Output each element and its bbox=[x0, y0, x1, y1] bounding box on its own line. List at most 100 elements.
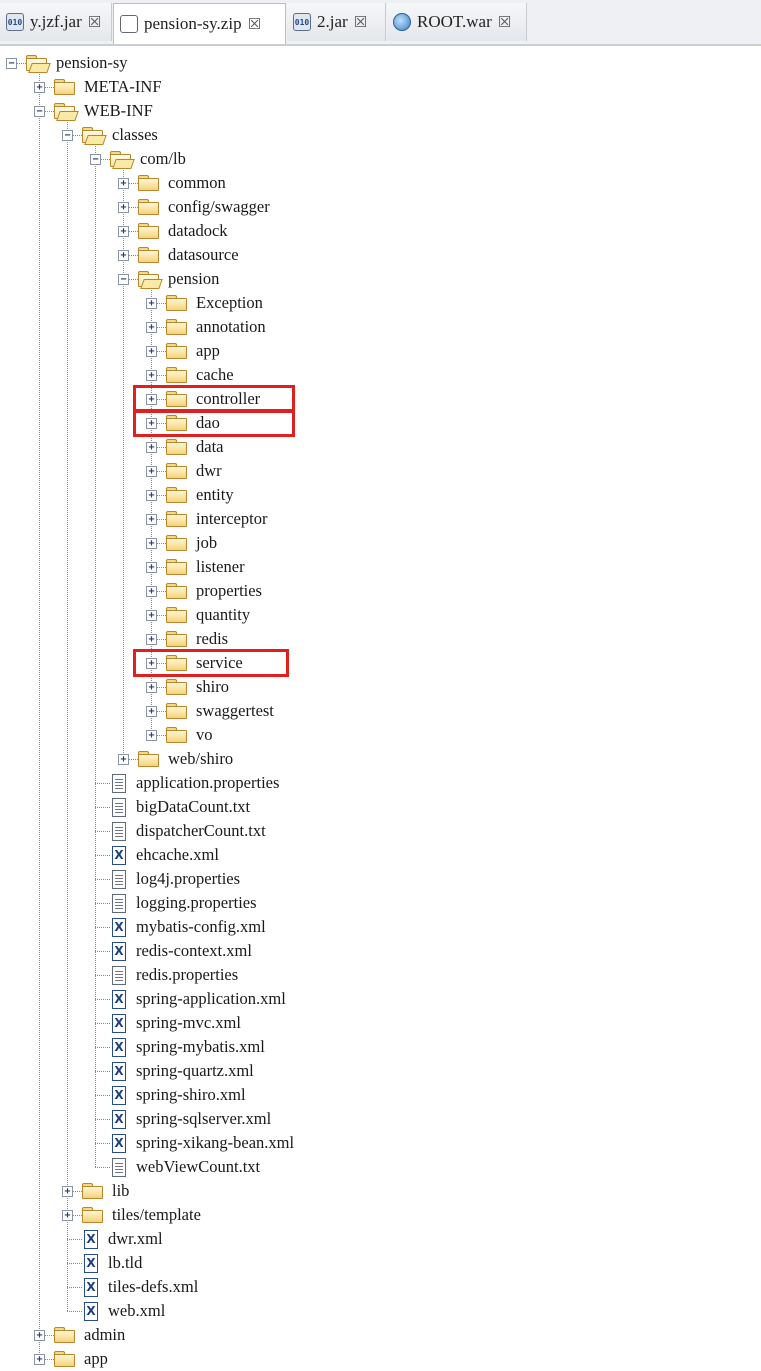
tree-row-app[interactable] bbox=[0, 1347, 761, 1371]
expand-toggle-icon[interactable]: + bbox=[34, 82, 45, 93]
tree-row-annotation[interactable] bbox=[0, 315, 761, 339]
folder-icon bbox=[166, 559, 187, 575]
tree-row-swaggertest[interactable] bbox=[0, 699, 761, 723]
tree-row-data[interactable] bbox=[0, 435, 761, 459]
tab-pension-sy-zip[interactable]: pension-sy.zip ☒ bbox=[113, 3, 286, 44]
folder-body bbox=[166, 634, 187, 647]
tree-row-quantity[interactable] bbox=[0, 603, 761, 627]
tree-row-web-shiro[interactable] bbox=[0, 747, 761, 771]
tree-row-shiro[interactable] bbox=[0, 675, 761, 699]
tree-row-exception[interactable] bbox=[0, 291, 761, 315]
tree-connector bbox=[45, 111, 54, 112]
expand-toggle-icon[interactable]: + bbox=[146, 370, 157, 381]
tree-row-redis[interactable] bbox=[0, 627, 761, 651]
tree-item-label: log4j.properties bbox=[136, 869, 241, 888]
tree-item-label: classes bbox=[112, 125, 158, 144]
expand-toggle-icon[interactable]: + bbox=[146, 442, 157, 453]
expand-toggle-icon[interactable]: + bbox=[146, 586, 157, 597]
tree-row-cache[interactable] bbox=[0, 363, 761, 387]
tree-connector bbox=[157, 303, 166, 304]
tab-root-war[interactable]: ROOT.war ☒ bbox=[387, 3, 527, 41]
tree-row-dao[interactable] bbox=[0, 411, 761, 435]
expand-toggle-icon[interactable]: + bbox=[146, 634, 157, 645]
expand-toggle-icon[interactable]: + bbox=[146, 346, 157, 357]
expand-toggle-icon[interactable]: + bbox=[146, 610, 157, 621]
folder-icon bbox=[166, 463, 187, 479]
close-icon[interactable]: ☒ bbox=[248, 15, 261, 33]
expand-toggle-icon[interactable]: + bbox=[146, 562, 157, 573]
tree-row-common[interactable] bbox=[0, 171, 761, 195]
expand-toggle-icon[interactable]: + bbox=[146, 730, 157, 741]
expand-toggle-icon[interactable]: + bbox=[146, 298, 157, 309]
jar-icon: 010 bbox=[6, 13, 24, 31]
tree-row-listener[interactable] bbox=[0, 555, 761, 579]
tree-row-datasource[interactable] bbox=[0, 243, 761, 267]
expand-toggle-icon[interactable]: + bbox=[146, 538, 157, 549]
folder-body bbox=[138, 178, 159, 191]
tree-connector bbox=[129, 255, 138, 256]
xml-file-icon: X bbox=[112, 942, 126, 961]
tree-row-dwr[interactable] bbox=[0, 459, 761, 483]
tree-row-vo[interactable] bbox=[0, 723, 761, 747]
folder-icon bbox=[166, 319, 187, 335]
tree-row-entity[interactable] bbox=[0, 483, 761, 507]
tree-row-job[interactable] bbox=[0, 531, 761, 555]
expand-toggle-icon[interactable]: + bbox=[118, 178, 129, 189]
tree-item-label: vo bbox=[196, 725, 213, 744]
tree-item-label: common bbox=[168, 173, 226, 192]
expand-toggle-icon[interactable]: + bbox=[118, 226, 129, 237]
folder-body bbox=[166, 682, 187, 695]
text-file-icon bbox=[112, 798, 126, 817]
tree-item-label: dwr bbox=[196, 461, 222, 480]
text-file-icon bbox=[112, 1158, 126, 1177]
tree-row-app[interactable] bbox=[0, 339, 761, 363]
collapse-toggle-icon[interactable]: − bbox=[118, 274, 129, 285]
expand-toggle-icon[interactable]: + bbox=[146, 466, 157, 477]
tree-row-properties[interactable] bbox=[0, 579, 761, 603]
folder-body bbox=[82, 1210, 103, 1223]
tree-connector bbox=[157, 591, 166, 592]
expand-toggle-icon[interactable]: + bbox=[34, 1354, 45, 1365]
expand-toggle-icon[interactable]: + bbox=[146, 322, 157, 333]
tree-row-controller[interactable] bbox=[0, 387, 761, 411]
expand-toggle-icon[interactable]: + bbox=[34, 1330, 45, 1341]
tree-item-label: properties bbox=[196, 581, 262, 600]
folder-icon bbox=[166, 439, 187, 455]
folder-icon bbox=[54, 1327, 75, 1343]
tab-y-jzf-jar[interactable]: 010 y.jzf.jar ☒ bbox=[0, 3, 112, 41]
tab-2-jar[interactable]: 010 2.jar ☒ bbox=[287, 3, 386, 41]
tree-item-label: data bbox=[196, 437, 224, 456]
close-icon[interactable]: ☒ bbox=[498, 13, 511, 31]
expand-toggle-icon[interactable]: + bbox=[146, 490, 157, 501]
zip-icon bbox=[120, 15, 138, 33]
tree-row-datadock[interactable] bbox=[0, 219, 761, 243]
tree-row-interceptor[interactable] bbox=[0, 507, 761, 531]
expand-toggle-icon[interactable]: + bbox=[118, 754, 129, 765]
tree-row-pension[interactable] bbox=[0, 267, 761, 291]
folder-body bbox=[166, 322, 187, 335]
folder-icon bbox=[166, 535, 187, 551]
tree-connector bbox=[129, 279, 138, 280]
collapse-toggle-icon[interactable]: − bbox=[34, 106, 45, 117]
expand-toggle-icon[interactable]: + bbox=[62, 1210, 73, 1221]
folder-body bbox=[166, 514, 187, 527]
expand-toggle-icon[interactable]: + bbox=[118, 202, 129, 213]
tree-row-config-swagger[interactable] bbox=[0, 195, 761, 219]
expand-toggle-icon[interactable]: + bbox=[146, 682, 157, 693]
expand-toggle-icon[interactable]: + bbox=[118, 250, 129, 261]
folder-body bbox=[166, 730, 187, 743]
tree-connector bbox=[95, 999, 110, 1000]
collapse-toggle-icon[interactable]: − bbox=[62, 130, 73, 141]
tree-row-service[interactable] bbox=[0, 651, 761, 675]
tree-item-label: tiles/template bbox=[112, 1205, 201, 1224]
folder-icon bbox=[138, 751, 159, 767]
expand-toggle-icon[interactable]: + bbox=[62, 1186, 73, 1197]
expand-toggle-icon[interactable]: + bbox=[146, 514, 157, 525]
close-icon[interactable]: ☒ bbox=[88, 13, 101, 31]
tree-connector bbox=[45, 87, 54, 88]
expand-toggle-icon[interactable]: + bbox=[146, 706, 157, 717]
collapse-toggle-icon[interactable]: − bbox=[6, 58, 17, 69]
collapse-toggle-icon[interactable]: − bbox=[90, 154, 101, 165]
xml-file-icon: X bbox=[112, 990, 126, 1009]
close-icon[interactable]: ☒ bbox=[354, 13, 367, 31]
